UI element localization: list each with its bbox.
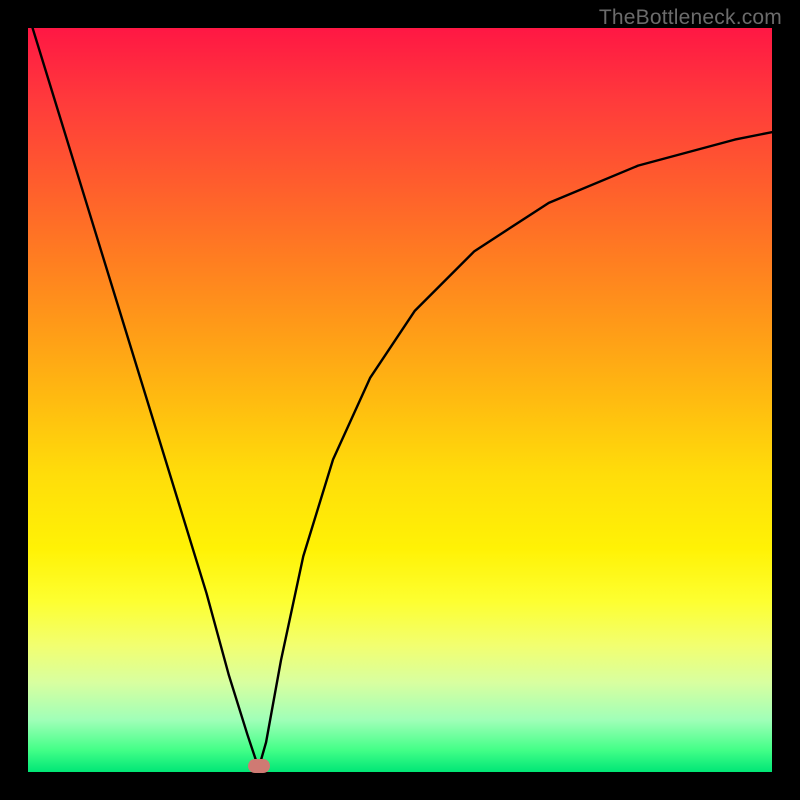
- watermark-text: TheBottleneck.com: [599, 6, 782, 30]
- plot-area: [28, 28, 772, 772]
- optimal-point-marker: [248, 759, 270, 773]
- bottleneck-curve: [28, 28, 772, 772]
- chart-container: TheBottleneck.com: [0, 0, 800, 800]
